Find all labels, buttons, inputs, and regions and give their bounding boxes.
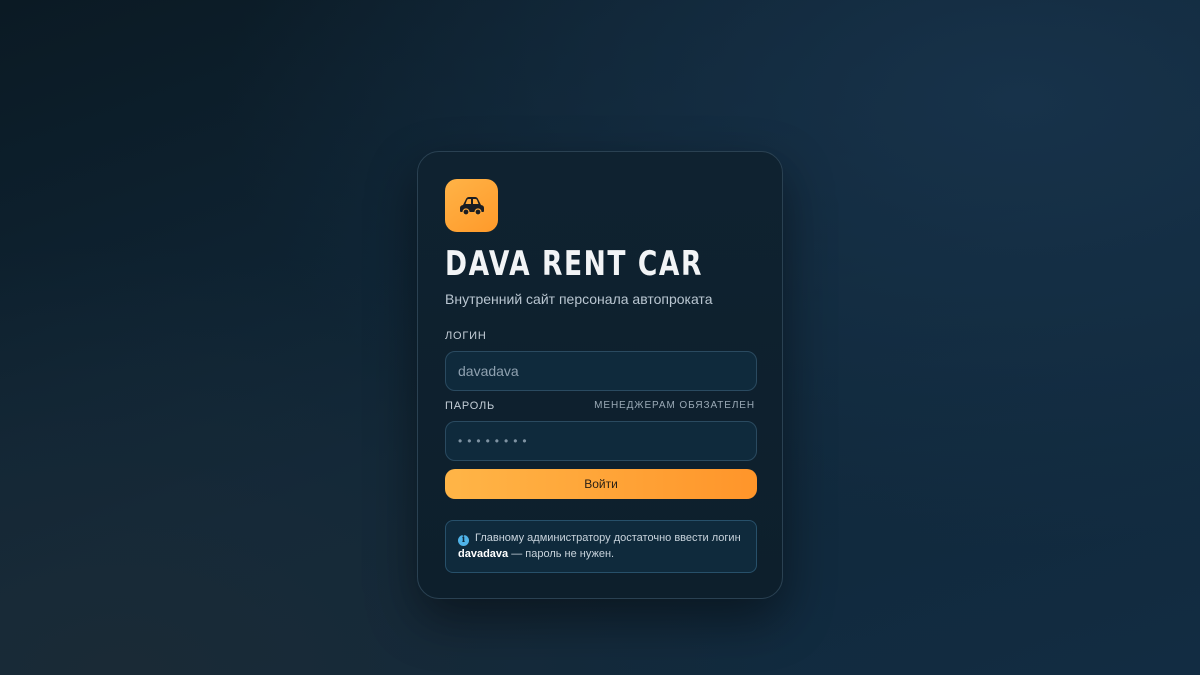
login-input[interactable]: davadava [445,351,757,391]
password-input-value: •••••••• [458,434,532,448]
notice-highlight: davadava [458,548,509,560]
car-icon [459,196,484,216]
info-icon: i [458,535,469,546]
notice-text-before: Главному администратору достаточно ввест… [475,532,741,544]
login-label: ЛОГИН [445,330,487,342]
password-input[interactable]: •••••••• [445,421,757,461]
admin-notice: i Главному администратору достаточно ввес… [445,520,757,573]
password-hint: МЕНЕДЖЕРАМ ОБЯЗАТЕЛЕН [594,400,755,411]
logo [445,179,498,232]
login-card: DAVA RENT CAR Внутренний сайт персонала … [417,151,783,599]
app-title: DAVA RENT CAR [445,244,703,284]
app-subtitle: Внутренний сайт персонала автопроката [445,291,713,307]
login-input-value: davadava [458,363,519,379]
login-button[interactable]: Войти [445,469,757,499]
password-label: ПАРОЛЬ [445,400,496,412]
notice-text-after: — пароль не нужен. [508,548,615,560]
